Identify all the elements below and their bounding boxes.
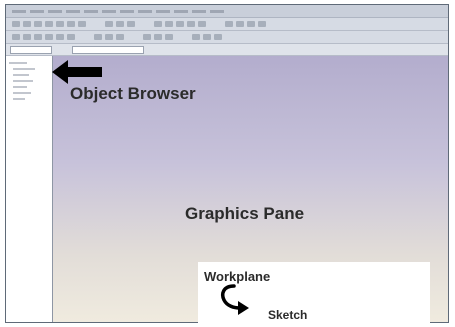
filter-dropdown[interactable] — [10, 46, 52, 54]
toolbar-button[interactable] — [187, 21, 195, 27]
tree-item[interactable] — [13, 86, 27, 88]
object-browser-label: Object Browser — [70, 84, 196, 103]
toolbar-button[interactable] — [105, 21, 113, 27]
menu-item[interactable] — [192, 9, 206, 13]
toolbar-button[interactable] — [45, 21, 53, 27]
toolbar-button[interactable] — [116, 21, 124, 27]
secondary-toolbar — [6, 31, 448, 44]
toolbar-button[interactable] — [127, 21, 135, 27]
tree-item[interactable] — [13, 68, 35, 70]
toolbar-button[interactable] — [236, 21, 244, 27]
toolbar-button[interactable] — [154, 34, 162, 40]
toolbar-button[interactable] — [94, 34, 102, 40]
menu-item[interactable] — [48, 9, 62, 13]
graphics-pane-label: Graphics Pane — [185, 204, 305, 223]
toolbar-button[interactable] — [225, 21, 233, 27]
menu-item[interactable] — [210, 9, 224, 13]
tree-item[interactable] — [13, 98, 25, 100]
tree-item[interactable] — [13, 74, 29, 76]
curved-arrow-icon — [221, 284, 249, 315]
menu-item[interactable] — [156, 9, 170, 13]
toolbar-button[interactable] — [67, 34, 75, 40]
selection-toolbar — [6, 44, 448, 56]
tree-item[interactable] — [13, 92, 31, 94]
toolbar-button[interactable] — [78, 21, 86, 27]
toolbar-button[interactable] — [214, 34, 222, 40]
tree-item[interactable] — [9, 62, 27, 64]
menu-item[interactable] — [30, 9, 44, 13]
menu-item[interactable] — [102, 9, 116, 13]
toolbar-button[interactable] — [192, 34, 200, 40]
toolbar-button[interactable] — [154, 21, 162, 27]
menu-bar — [6, 5, 448, 18]
toolbar-button[interactable] — [203, 34, 211, 40]
menu-item[interactable] — [120, 9, 134, 13]
tree-item[interactable] — [13, 80, 33, 82]
sketch-label: Sketch — [268, 308, 308, 322]
toolbar-button[interactable] — [165, 21, 173, 27]
selection-dropdown[interactable] — [72, 46, 144, 54]
object-browser-panel — [6, 56, 53, 322]
toolbar-button[interactable] — [56, 21, 64, 27]
toolbar-button[interactable] — [23, 21, 31, 27]
toolbar-button[interactable] — [67, 21, 75, 27]
toolbar-button[interactable] — [105, 34, 113, 40]
menu-item[interactable] — [12, 9, 26, 13]
toolbar-button[interactable] — [34, 34, 42, 40]
menu-item[interactable] — [66, 9, 80, 13]
workplane-label: Workplane — [204, 269, 271, 284]
menu-item[interactable] — [138, 9, 152, 13]
menu-item[interactable] — [174, 9, 188, 13]
toolbar-button[interactable] — [45, 34, 53, 40]
toolbar-button[interactable] — [56, 34, 64, 40]
toolbar-button[interactable] — [12, 34, 20, 40]
menu-item[interactable] — [84, 9, 98, 13]
toolbar-button[interactable] — [143, 34, 151, 40]
toolbar-button[interactable] — [198, 21, 206, 27]
toolbar-button[interactable] — [176, 21, 184, 27]
workplane-sketch-callout: Workplane Sketch — [198, 262, 430, 327]
toolbar-button[interactable] — [23, 34, 31, 40]
toolbar-button[interactable] — [116, 34, 124, 40]
toolbar-button[interactable] — [12, 21, 20, 27]
toolbar-button[interactable] — [247, 21, 255, 27]
toolbar-button[interactable] — [258, 21, 266, 27]
toolbar-button[interactable] — [34, 21, 42, 27]
main-toolbar — [6, 18, 448, 31]
toolbar-button[interactable] — [165, 34, 173, 40]
arrow-left-icon — [52, 60, 102, 84]
